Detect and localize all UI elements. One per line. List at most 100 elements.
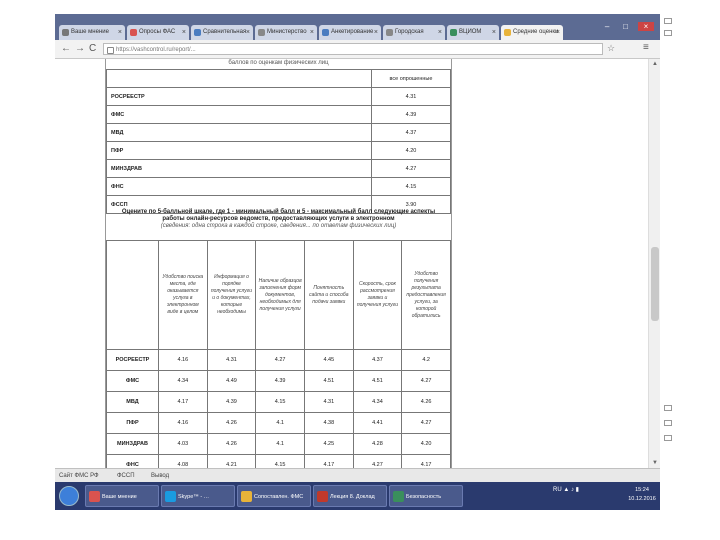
window-controls: – □ × — [599, 16, 654, 34]
table-row: ПФР 4.16 4.26 4.1 4.38 4.41 4.27 — [106, 412, 451, 434]
system-tray[interactable]: RU ▲ ♪ ▮ — [553, 486, 579, 493]
page-viewport: баллов по оценкам физических лиц все опр… — [55, 59, 660, 468]
scroll-up-icon[interactable]: ▲ — [649, 59, 660, 69]
taskbar-item[interactable]: Сопоставлен. ФМС — [237, 485, 311, 507]
app-icon — [393, 491, 404, 502]
table-cell — [106, 69, 372, 88]
close-tab-icon[interactable]: × — [492, 25, 496, 40]
tab-8-active[interactable]: Средние оценки × — [501, 25, 563, 40]
column-header: все опрошенные — [371, 69, 451, 88]
agency-name: РОСРЕЕСТР — [106, 349, 159, 371]
tab-label: Городская — [395, 29, 424, 35]
score-value: 4.27 — [352, 454, 403, 468]
tab-label: Анкетирование — [331, 29, 374, 35]
table-header-row: Удобство поиска места, где оказывается у… — [106, 240, 451, 350]
download-shelf: Сайт ФМС РФ ФССП Вывод — [55, 468, 660, 483]
score-value: 4.1 — [255, 412, 305, 434]
close-tab-icon[interactable]: × — [310, 25, 314, 40]
close-window-button[interactable]: × — [638, 22, 654, 31]
score-value: 4.21 — [206, 454, 257, 468]
tab-6[interactable]: Городская × — [383, 25, 445, 40]
minimize-button[interactable]: – — [601, 22, 613, 31]
score-value: 4.26 — [401, 391, 451, 413]
taskbar-item-label: Ваше мнение — [102, 494, 137, 500]
taskbar-item[interactable]: Лекция 8. Доклад — [313, 485, 387, 507]
back-button[interactable]: ← — [61, 43, 71, 55]
table-row: МВД 4.17 4.39 4.15 4.31 4.34 4.26 — [106, 391, 451, 413]
score-value: 4.28 — [352, 433, 403, 455]
tab-strip: Ваше мнение × Опросы ФАС × Сравнительная… — [55, 14, 660, 40]
address-text: https://vashcontrol.ru/report/... — [116, 47, 196, 53]
favicon-icon — [258, 29, 265, 36]
favicon-icon — [62, 29, 69, 36]
score-value: 4.08 — [158, 454, 208, 468]
scroll-down-icon[interactable]: ▼ — [649, 458, 660, 468]
aspect-scores-table: Удобство поиска места, где оказывается у… — [106, 240, 451, 468]
address-bar[interactable]: https://vashcontrol.ru/report/... — [103, 43, 603, 55]
lock-icon — [107, 47, 114, 54]
table1-caption: баллов по оценкам физических лиц — [228, 60, 329, 66]
score-value: 4.17 — [158, 391, 208, 413]
close-tab-icon[interactable]: × — [246, 25, 250, 40]
close-tab-icon[interactable]: × — [556, 25, 560, 40]
browser-menu-button[interactable]: ≡ — [643, 42, 649, 53]
shelf-item[interactable]: Вывод — [151, 471, 169, 481]
taskbar-item-label: Безопасность — [406, 494, 442, 500]
tab-5[interactable]: Анкетирование × — [319, 25, 381, 40]
clock-time: 15:24 — [635, 487, 649, 493]
score-value: 4.37 — [371, 123, 451, 142]
tab-7[interactable]: ВЦИОМ × — [447, 25, 499, 40]
slide-margin-mark — [664, 18, 672, 24]
agency-name: ФНС — [106, 454, 159, 468]
table-row: МВД 4.37 — [106, 123, 451, 142]
tab-1[interactable]: Ваше мнение × — [59, 25, 125, 40]
score-value: 4.34 — [352, 391, 403, 413]
browser-screenshot: Ваше мнение × Опросы ФАС × Сравнительная… — [55, 14, 660, 510]
score-value: 4.31 — [371, 87, 451, 106]
powerpoint-icon — [317, 491, 328, 502]
tab-label: Опросы ФАС — [139, 29, 176, 35]
column-header: Удобство поиска места, где оказывается у… — [158, 240, 208, 350]
favicon-icon — [194, 29, 201, 36]
tab-label: Ваше мнение — [71, 29, 109, 35]
tab-4[interactable]: Министерство × — [255, 25, 317, 40]
navigation-bar: ← → C https://vashcontrol.ru/report/... … — [55, 40, 660, 59]
favicon-icon — [504, 29, 511, 36]
score-value: 4.1 — [255, 433, 305, 455]
score-value: 4.26 — [206, 433, 257, 455]
taskbar-item[interactable]: Ваше мнение — [85, 485, 159, 507]
taskbar-item-label: Skype™ - … — [178, 494, 210, 500]
close-tab-icon[interactable]: × — [182, 25, 186, 40]
tab-label: ВЦИОМ — [459, 29, 482, 35]
score-value: 4.26 — [206, 412, 257, 434]
scrollbar-thumb[interactable] — [651, 247, 659, 321]
taskbar-item[interactable]: Skype™ - … — [161, 485, 235, 507]
table-row: ПФР 4.20 — [106, 141, 451, 160]
tab-2[interactable]: Опросы ФАС × — [127, 25, 189, 40]
close-tab-icon[interactable]: × — [374, 25, 378, 40]
close-tab-icon[interactable]: × — [438, 25, 442, 40]
taskbar-item[interactable]: Безопасность — [389, 485, 463, 507]
column-header: Наличие образцов заполнения форм докумен… — [255, 240, 305, 350]
chrome-icon — [89, 491, 100, 502]
close-tab-icon[interactable]: × — [118, 25, 122, 40]
score-value: 4.39 — [371, 105, 451, 124]
reload-button[interactable]: C — [89, 43, 96, 55]
shelf-item[interactable]: Сайт ФМС РФ — [59, 471, 99, 481]
score-value: 4.49 — [206, 370, 257, 392]
favicon-icon — [130, 29, 137, 36]
maximize-button[interactable]: □ — [620, 22, 632, 31]
score-value: 4.31 — [206, 349, 257, 371]
agency-name: ФМС — [106, 370, 159, 392]
agency-name: МИНЗДРАВ — [106, 433, 159, 455]
clock[interactable]: 15:24 10.12.2016 — [627, 486, 657, 504]
vertical-scrollbar[interactable]: ▲ ▼ — [648, 59, 660, 468]
table-row: РОСРЕЕСТР 4.16 4.31 4.27 4.45 4.37 4.2 — [106, 349, 451, 371]
table-row: МИНЗДРАВ 4.03 4.26 4.1 4.25 4.28 4.20 — [106, 433, 451, 455]
shelf-item[interactable]: ФССП — [117, 471, 135, 481]
windows-taskbar: Ваше мнение Skype™ - … Сопоставлен. ФМС … — [55, 482, 660, 510]
start-button[interactable] — [59, 486, 79, 506]
forward-button[interactable]: → — [75, 43, 85, 55]
bookmark-star-icon[interactable]: ☆ — [607, 43, 615, 54]
tab-3[interactable]: Сравнительная × — [191, 25, 253, 40]
